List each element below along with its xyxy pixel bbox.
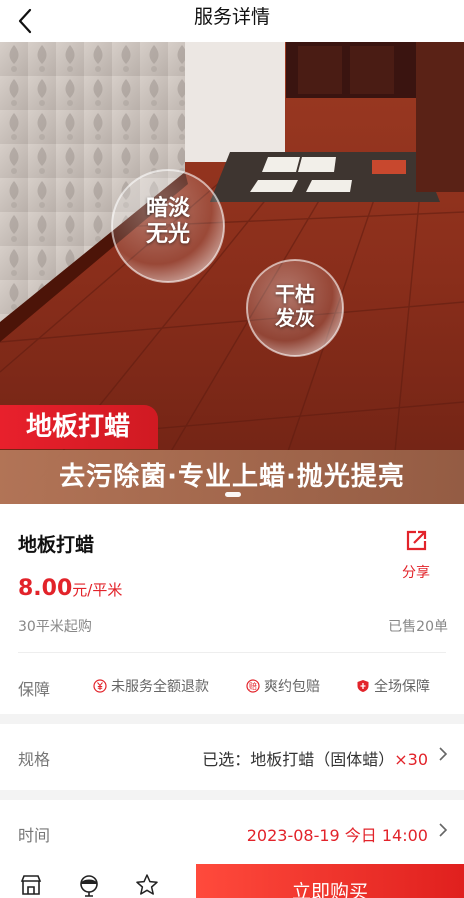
yuan-circle-icon (93, 679, 107, 693)
top-bar: 服务详情 (0, 0, 464, 42)
bubble-label-dry: 干枯 发灰 (262, 282, 328, 330)
spec-quantity: ×30 (394, 750, 428, 769)
svg-text:赔: 赔 (249, 681, 257, 691)
sold-count: 已售20单 (388, 619, 448, 635)
spec-value: 已选：地板打蜡（固体蜡）×30 (202, 746, 428, 770)
guarantee-item-label: 未服务全额退款 (111, 679, 209, 695)
product-info-card: 地板打蜡 分享 8.00元/平米 30平米起购 已售20单 保障 未服务全额退款… (0, 504, 464, 714)
star-icon[interactable] (134, 872, 160, 898)
chevron-right-icon (439, 747, 448, 761)
time-row[interactable]: 时间 2023-08-19 今日 14:00 (0, 800, 464, 864)
bubble-label-dull: 暗淡 无光 (128, 196, 208, 248)
price-value: 8.00 (18, 576, 73, 601)
spec-selected: 已选：地板打蜡（固体蜡） (202, 750, 395, 769)
guarantee-item-label: 爽约包赔 (264, 679, 320, 695)
time-label: 时间 (18, 826, 51, 845)
spec-label: 规格 (18, 750, 51, 769)
time-value: 2023-08-19 今日 14:00 (246, 826, 428, 845)
divider (18, 652, 446, 653)
bubble-label-line: 暗淡 (145, 196, 190, 221)
shield-icon (357, 680, 369, 692)
hero-tag: 地板打蜡 (0, 405, 159, 449)
price: 8.00元/平米 (18, 576, 122, 601)
hero-banner-image[interactable]: 暗淡 无光 干枯 发灰 地板打蜡 去污除菌·专业上蜡·抛光提亮 (0, 42, 464, 504)
share-label: 分享 (402, 565, 430, 581)
compensation-icon: 赔 (246, 679, 260, 693)
guarantee-item-refund: 未服务全额退款 (93, 676, 209, 696)
buy-now-button[interactable]: 立即购买 (196, 864, 464, 898)
bubble-label-line: 干枯 (275, 282, 315, 306)
spec-row[interactable]: 规格 已选：地板打蜡（固体蜡）×30 (0, 724, 464, 790)
share-button[interactable]: 分享 (398, 528, 434, 582)
store-icon[interactable] (18, 872, 44, 898)
guarantee-item-compensation: 赔 爽约包赔 (246, 676, 320, 696)
guarantee-item-label: 全场保障 (374, 679, 430, 695)
carousel-indicator (225, 492, 241, 497)
guarantee-label: 保障 (18, 680, 51, 699)
chevron-right-icon (439, 823, 448, 837)
page-title: 服务详情 (193, 6, 270, 28)
guarantee-item-full: 全场保障 (356, 676, 430, 696)
product-name: 地板打蜡 (18, 534, 95, 556)
min-purchase: 30平米起购 (18, 619, 92, 635)
bubble-label-line: 发灰 (275, 306, 315, 330)
price-unit: 元/平米 (72, 581, 123, 599)
customer-service-icon[interactable] (76, 872, 102, 898)
share-icon (406, 530, 427, 551)
bubble-label-line: 无光 (145, 222, 190, 247)
